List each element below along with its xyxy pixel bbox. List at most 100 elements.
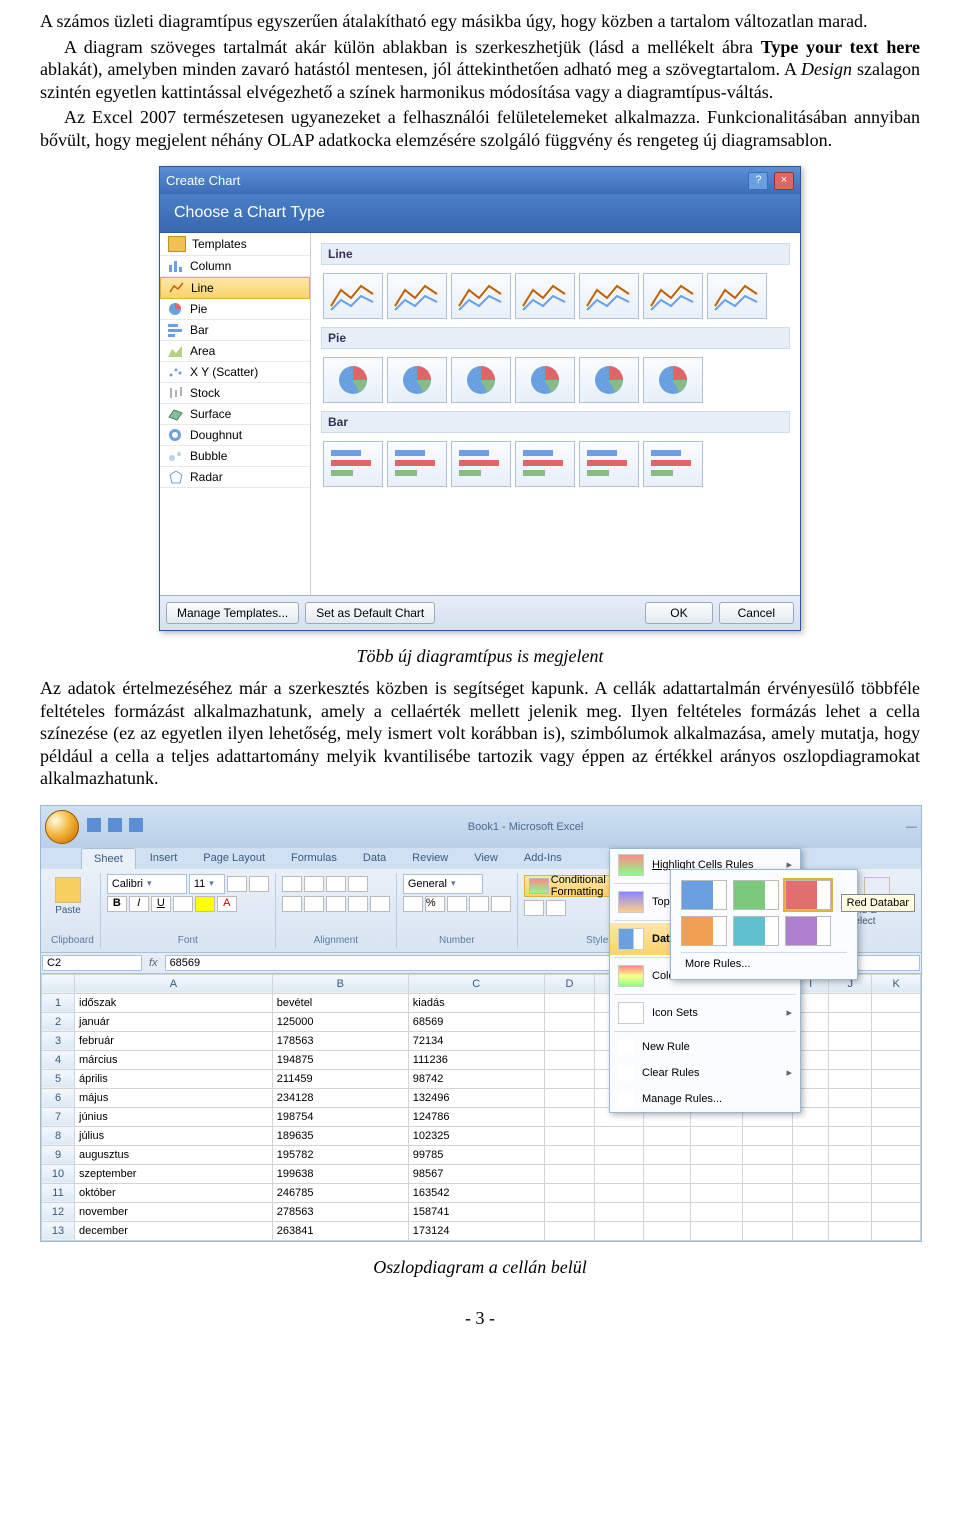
tab-pagelayout[interactable]: Page Layout <box>191 848 277 869</box>
chart-thumb[interactable] <box>323 441 383 487</box>
tab-view[interactable]: View <box>462 848 510 869</box>
menu-data-bars[interactable]: Data Bars▸ More Rules... Red Databar <box>610 923 800 955</box>
sidebar-item-area[interactable]: Area <box>160 341 310 362</box>
inc-dec-icon[interactable] <box>469 896 489 912</box>
chart-thumb[interactable] <box>451 273 511 319</box>
sidebar-item-line[interactable]: Line <box>160 277 310 299</box>
chart-thumb[interactable] <box>515 273 575 319</box>
currency-icon[interactable] <box>403 896 423 912</box>
menu-manage-rules[interactable]: Manage Rules... <box>610 1086 800 1112</box>
table-row[interactable]: 9augusztus19578299785 <box>42 1145 921 1164</box>
chart-thumb[interactable] <box>323 357 383 403</box>
orient-icon[interactable] <box>348 876 368 892</box>
databar-purple[interactable] <box>785 916 831 946</box>
minimize-icon[interactable]: — <box>906 821 917 833</box>
fx-icon[interactable]: fx <box>143 957 164 969</box>
col-header[interactable]: A <box>75 974 273 993</box>
table-row[interactable]: 10szeptember19963898567 <box>42 1164 921 1183</box>
save-icon[interactable] <box>87 818 101 832</box>
sidebar-item-doughnut[interactable]: Doughnut <box>160 425 310 446</box>
table-row[interactable]: 8július189635102325 <box>42 1126 921 1145</box>
sidebar-item-column[interactable]: Column <box>160 256 310 277</box>
italic-icon[interactable]: I <box>129 896 149 912</box>
ok-button[interactable]: OK <box>645 602 712 624</box>
chart-thumb[interactable] <box>643 273 703 319</box>
sidebar-item-pie[interactable]: Pie <box>160 299 310 320</box>
chart-thumb[interactable] <box>643 357 703 403</box>
office-button[interactable] <box>45 810 79 844</box>
chart-thumb[interactable] <box>579 357 639 403</box>
chart-thumb[interactable] <box>451 357 511 403</box>
bold-icon[interactable]: B <box>107 896 127 912</box>
chart-thumb[interactable] <box>515 357 575 403</box>
shrink-font-icon[interactable] <box>249 876 269 892</box>
align-mid-icon[interactable] <box>304 876 324 892</box>
tab-insert[interactable]: Insert <box>138 848 190 869</box>
sidebar-item-scatter[interactable]: X Y (Scatter) <box>160 362 310 383</box>
align-right-icon[interactable] <box>326 896 346 912</box>
col-header[interactable] <box>42 974 75 993</box>
chart-thumb[interactable] <box>387 441 447 487</box>
chart-thumb[interactable] <box>707 273 767 319</box>
col-header[interactable]: D <box>544 974 594 993</box>
menu-new-rule[interactable]: New Rule <box>610 1034 800 1060</box>
databar-cyan[interactable] <box>733 916 779 946</box>
percent-icon[interactable]: % <box>425 896 445 912</box>
chart-thumb[interactable] <box>387 273 447 319</box>
numfmt-combo[interactable]: General <box>403 874 483 894</box>
tab-sheet[interactable]: Sheet <box>81 848 136 869</box>
indent-inc-icon[interactable] <box>370 896 390 912</box>
indent-dec-icon[interactable] <box>348 896 368 912</box>
menu-clear-rules[interactable]: Clear Rules▸ <box>610 1060 800 1086</box>
databar-blue[interactable] <box>681 880 727 910</box>
close-button[interactable]: × <box>774 172 794 190</box>
align-bot-icon[interactable] <box>326 876 346 892</box>
databar-red[interactable] <box>785 880 831 910</box>
table-row[interactable]: 11október246785163542 <box>42 1183 921 1202</box>
name-box[interactable]: C2 <box>42 955 142 971</box>
sidebar-item-stock[interactable]: Stock <box>160 383 310 404</box>
databar-orange[interactable] <box>681 916 727 946</box>
undo-icon[interactable] <box>108 818 122 832</box>
cell-styles-icon[interactable] <box>546 900 566 916</box>
align-left-icon[interactable] <box>282 896 302 912</box>
databar-green[interactable] <box>733 880 779 910</box>
menu-icon-sets[interactable]: Icon Sets▸ <box>610 997 800 1029</box>
tab-review[interactable]: Review <box>400 848 460 869</box>
redo-icon[interactable] <box>129 818 143 832</box>
more-rules[interactable]: More Rules... <box>677 955 851 973</box>
align-top-icon[interactable] <box>282 876 302 892</box>
font-combo[interactable]: Calibri <box>107 874 187 894</box>
paste-button[interactable]: Paste <box>51 875 85 918</box>
help-button[interactable]: ? <box>748 172 768 190</box>
condfmt-icon[interactable] <box>529 878 549 894</box>
chart-thumb[interactable] <box>387 357 447 403</box>
fill-icon[interactable] <box>195 896 215 912</box>
table-row[interactable]: 13december263841173124 <box>42 1221 921 1240</box>
sidebar-item-bubble[interactable]: Bubble <box>160 446 310 467</box>
table-row[interactable]: 12november278563158741 <box>42 1202 921 1221</box>
chart-thumb[interactable] <box>579 441 639 487</box>
tab-addins[interactable]: Add-Ins <box>512 848 574 869</box>
underline-icon[interactable]: U <box>151 896 171 912</box>
tab-formulas[interactable]: Formulas <box>279 848 349 869</box>
chart-thumb[interactable] <box>579 273 639 319</box>
size-combo[interactable]: 11 <box>189 874 225 894</box>
col-header[interactable]: B <box>272 974 408 993</box>
tab-data[interactable]: Data <box>351 848 398 869</box>
chart-thumb[interactable] <box>323 273 383 319</box>
sidebar-item-bar[interactable]: Bar <box>160 320 310 341</box>
dec-dec-icon[interactable] <box>491 896 511 912</box>
set-default-button[interactable]: Set as Default Chart <box>305 602 435 624</box>
col-header[interactable]: C <box>408 974 544 993</box>
manage-templates-button[interactable]: Manage Templates... <box>166 602 299 624</box>
col-header[interactable]: K <box>872 974 921 993</box>
fontcolor-icon[interactable]: A <box>217 896 237 912</box>
sidebar-item-surface[interactable]: Surface <box>160 404 310 425</box>
chart-thumb[interactable] <box>451 441 511 487</box>
cancel-button[interactable]: Cancel <box>719 602 794 624</box>
table-format-icon[interactable] <box>524 900 544 916</box>
grow-font-icon[interactable] <box>227 876 247 892</box>
sidebar-item-templates[interactable]: Templates <box>160 233 310 256</box>
chart-thumb[interactable] <box>515 441 575 487</box>
